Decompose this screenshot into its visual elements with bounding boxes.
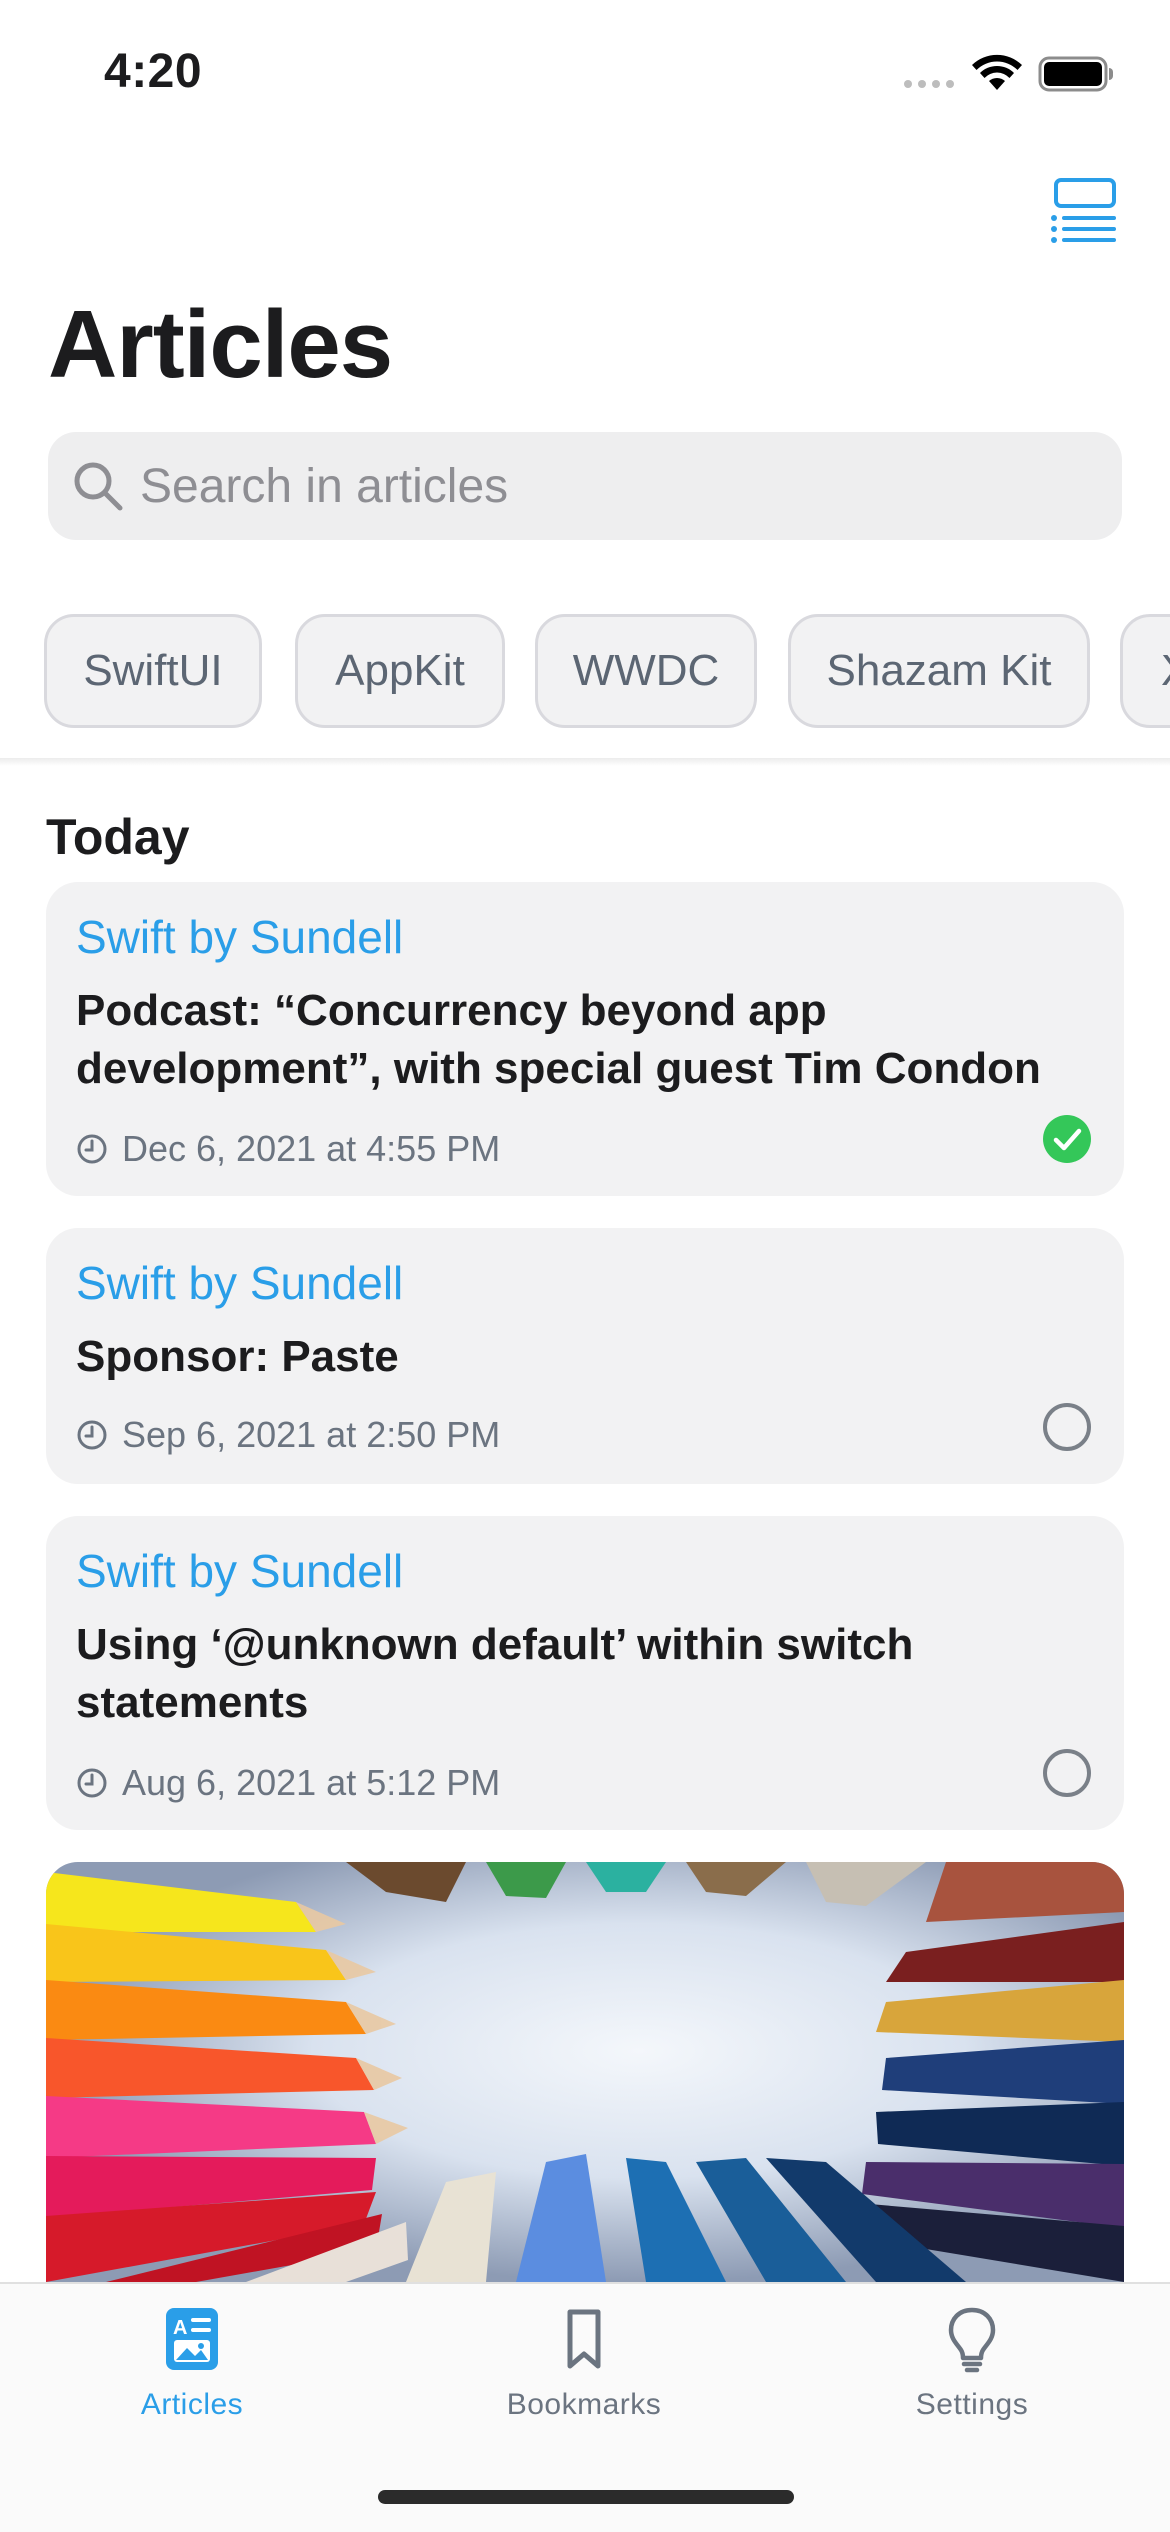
tab-settings-label: Settings: [915, 2388, 1029, 2421]
chip-swiftui[interactable]: SwiftUI: [44, 614, 262, 728]
article-source: Swift by Sundell: [76, 1545, 404, 1597]
clock-icon: [77, 1134, 107, 1164]
read-checkmark-icon[interactable]: [1042, 1114, 1092, 1164]
battery-icon: [1038, 56, 1113, 92]
svg-text:A: A: [173, 2317, 187, 2339]
article-card[interactable]: Swift by Sundell Using ‘@unknown default…: [46, 1516, 1124, 1830]
tab-bookmarks[interactable]: Bookmarks: [464, 2304, 704, 2422]
header-divider: [0, 758, 1170, 766]
clock-icon: [77, 1420, 107, 1450]
search-icon: [74, 462, 123, 511]
article-card[interactable]: Swift by Sundell Sponsor: Paste Sep 6, 2…: [46, 1228, 1124, 1484]
page-title: Articles: [48, 291, 393, 398]
chip-x[interactable]: X: [1120, 614, 1170, 728]
article-card[interactable]: Swift by Sundell Podcast: “Concurrency b…: [46, 882, 1124, 1196]
article-title: Sponsor: Paste: [76, 1332, 399, 1381]
article-date-text: Aug 6, 2021 at 5:12 PM: [122, 1762, 501, 1803]
article-source: Swift by Sundell: [76, 1257, 404, 1309]
article-date-text: Dec 6, 2021 at 4:55 PM: [122, 1128, 501, 1169]
section-title: Today: [46, 809, 190, 865]
article-date: Sep 6, 2021 at 2:50 PM: [76, 1414, 500, 1456]
search-input[interactable]: Search in articles: [48, 432, 1122, 540]
unread-circle-icon[interactable]: [1042, 1402, 1092, 1452]
status-bar: 4:20: [0, 0, 1170, 150]
category-chips: SwiftUI AppKit WWDC Shazam Kit X: [44, 614, 1170, 728]
tab-articles[interactable]: A Articles: [72, 2304, 312, 2422]
article-date-text: Sep 6, 2021 at 2:50 PM: [122, 1414, 501, 1455]
chip-appkit[interactable]: AppKit: [295, 614, 505, 728]
cellular-signal-icon: [904, 80, 954, 88]
search-placeholder: Search in articles: [140, 459, 509, 513]
home-indicator[interactable]: [378, 2490, 794, 2504]
chip-wwdc[interactable]: WWDC: [535, 614, 757, 728]
article-image-card[interactable]: [46, 1862, 1124, 2282]
tab-bookmarks-label: Bookmarks: [506, 2388, 662, 2421]
articles-icon: A: [166, 2308, 218, 2370]
status-time: 4:20: [104, 45, 203, 98]
bookmark-icon: [567, 2309, 601, 2369]
clock-icon: [77, 1768, 107, 1798]
tab-articles-label: Articles: [140, 2388, 244, 2421]
article-date: Aug 6, 2021 at 5:12 PM: [76, 1762, 500, 1804]
tab-settings[interactable]: Settings: [852, 2304, 1092, 2422]
list-layout-icon[interactable]: [1048, 174, 1118, 244]
chip-shazam-kit[interactable]: Shazam Kit: [788, 614, 1090, 728]
lightbulb-icon: [948, 2307, 996, 2373]
article-title: Using ‘@unknown default’ within switch s…: [76, 1620, 914, 1727]
article-date: Dec 6, 2021 at 4:55 PM: [76, 1128, 500, 1170]
wifi-icon: [972, 54, 1022, 90]
article-source: Swift by Sundell: [76, 911, 404, 963]
unread-circle-icon[interactable]: [1042, 1748, 1092, 1798]
article-title: Podcast: “Concurrency beyond app develop…: [76, 986, 1041, 1093]
